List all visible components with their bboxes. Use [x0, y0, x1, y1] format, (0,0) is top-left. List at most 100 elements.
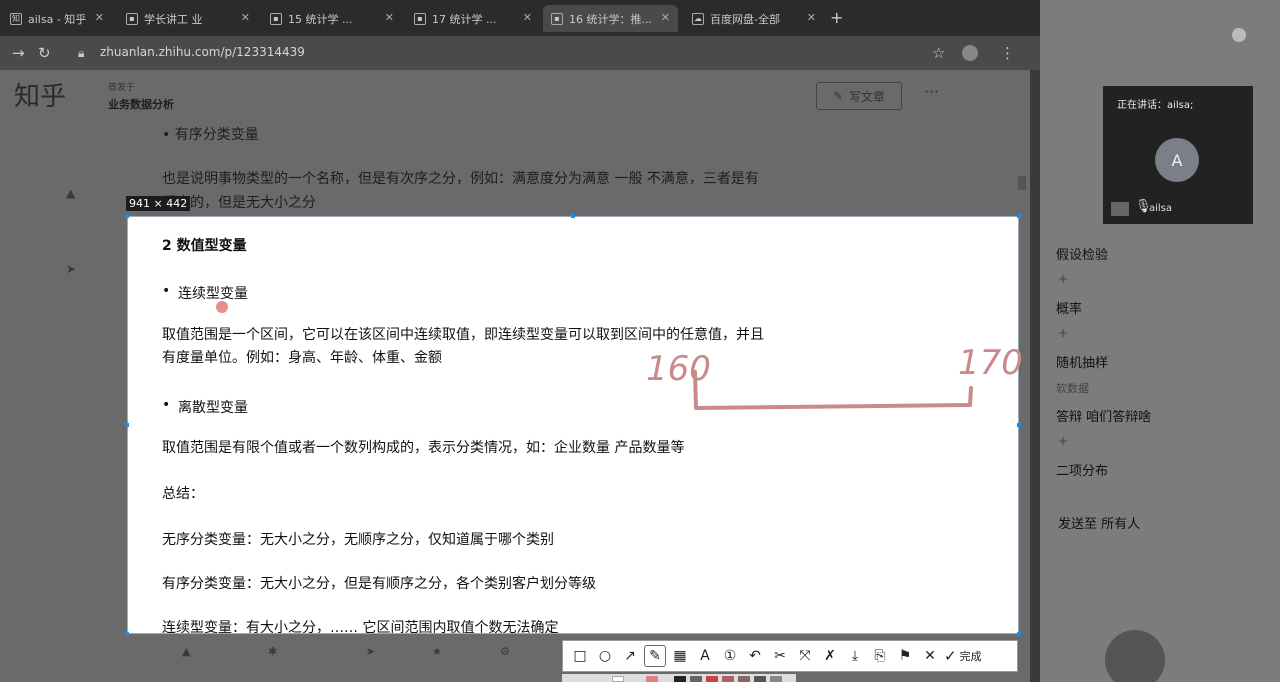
write-article-label: 写文章: [849, 89, 886, 104]
close-icon[interactable]: [1232, 28, 1246, 42]
faint-label: 软数据: [1056, 382, 1089, 395]
meeting-control[interactable]: [1105, 630, 1165, 682]
resize-handle[interactable]: [1017, 632, 1021, 636]
tab-active[interactable]: ▪ 16 统计学：推... ✕: [543, 5, 678, 32]
zhihu-logo[interactable]: 知乎: [14, 76, 66, 113]
mosaic-tool-icon[interactable]: ▦: [669, 645, 691, 667]
plus-icon: +: [1058, 434, 1069, 448]
tab-2[interactable]: ▪ 学长讲工 业 ✕: [118, 5, 258, 32]
annotation-right-number: 170: [958, 343, 1023, 383]
arrow-tool-icon[interactable]: ↗: [619, 645, 641, 667]
close-icon[interactable]: ✕: [807, 11, 816, 24]
like-icon[interactable]: ▲: [182, 645, 190, 658]
column-small-label: 首发于: [108, 83, 136, 93]
back-icon[interactable]: →: [12, 44, 25, 62]
color-swatch[interactable]: [722, 676, 734, 682]
upvote-icon[interactable]: ▲: [66, 186, 75, 200]
menu-icon[interactable]: ⋮: [1000, 44, 1015, 62]
topic-item: 假设检验: [1056, 248, 1109, 263]
share-icon[interactable]: ➤: [66, 262, 76, 276]
screenshot-toolbar: □ ○ ↗ ✎ ▦ A ① ↶ ✂ ⤧ ✗ ⤓ ⎘ ⚑ ✕ ✓ 完成: [562, 640, 1018, 672]
color-swatch[interactable]: [754, 676, 766, 682]
resize-handle[interactable]: [571, 214, 575, 218]
bullet-continuous: 连续型变量: [162, 283, 248, 303]
color-swatch[interactable]: [612, 676, 624, 682]
url-field[interactable]: zhuanlan.zhihu.com/p/123314439: [100, 45, 305, 59]
scissors-icon[interactable]: ✂: [769, 645, 791, 667]
tab-3[interactable]: ▪ 15 统计学 ... ✕: [262, 5, 402, 32]
color-swatch[interactable]: [690, 676, 702, 682]
topic-item: 概率: [1056, 302, 1083, 317]
article-line: 也是说明事物类型的一个名称，但是有次序之分，例如：满意度分为满意 一般 不满意，…: [162, 171, 759, 187]
settings-icon[interactable]: ⚙: [500, 645, 510, 658]
number-tool-icon[interactable]: ①: [719, 645, 741, 667]
topic-item: 答辩 咱们答辩啥: [1056, 410, 1152, 425]
rectangle-tool-icon[interactable]: □: [569, 645, 591, 667]
pin-icon[interactable]: ✗: [819, 645, 841, 667]
edit-icon: ✎: [832, 89, 844, 103]
more-icon[interactable]: ···: [924, 82, 939, 101]
expand-icon[interactable]: ⤧: [794, 645, 816, 667]
doc-icon: ▪: [551, 12, 563, 25]
close-icon[interactable]: ✕: [523, 11, 532, 24]
color-swatch[interactable]: [770, 676, 782, 682]
cloud-icon: ☁: [692, 12, 704, 25]
bullet-discrete: 离散型变量: [162, 397, 248, 417]
done-button[interactable]: ✓ 完成: [944, 647, 982, 665]
resize-handle[interactable]: [1017, 214, 1021, 218]
resize-handle[interactable]: [1017, 423, 1021, 427]
close-icon[interactable]: ✕: [385, 11, 394, 24]
bullet-label: 连续型变量: [178, 286, 248, 302]
resize-handle[interactable]: [125, 214, 129, 218]
close-icon[interactable]: ✕: [241, 11, 250, 24]
tab-baidu-pan[interactable]: ☁ 百度网盘-全部 ✕: [684, 5, 824, 32]
capture-size-label: 941 × 442: [126, 196, 191, 211]
annotation-bracket-line: [693, 370, 973, 410]
comment-icon[interactable]: ✱: [268, 645, 277, 658]
new-tab-icon[interactable]: +: [830, 8, 843, 27]
summary-line: 有序分类变量：无大小之分，但是有顺序之分，各个类别客户划分等级: [162, 576, 596, 592]
tab-label: 百度网盘-全部: [710, 12, 780, 26]
ellipse-tool-icon[interactable]: ○: [594, 645, 616, 667]
text-tool-icon[interactable]: A: [694, 645, 716, 667]
share-icon[interactable]: ➤: [366, 645, 375, 658]
pen-tool-icon[interactable]: ✎: [644, 645, 666, 667]
write-article-button[interactable]: ✎ 写文章: [816, 82, 902, 110]
column-title[interactable]: 业务数据分析: [108, 96, 174, 112]
zhihu-icon: 知: [10, 12, 22, 25]
copy-icon[interactable]: ⎘: [869, 645, 891, 667]
star-icon[interactable]: ☆: [932, 44, 945, 62]
profile-icon[interactable]: [962, 45, 978, 61]
undo-icon[interactable]: ↶: [744, 645, 766, 667]
doc-icon: ▪: [126, 12, 138, 25]
tab-label: 15 统计学 ...: [288, 12, 353, 26]
cursor-icon: [216, 301, 228, 313]
reload-icon[interactable]: ↻: [38, 44, 51, 62]
color-swatch[interactable]: [738, 676, 750, 682]
close-icon[interactable]: ✕: [919, 645, 941, 667]
bookmark-icon[interactable]: ⚑: [894, 645, 916, 667]
section-heading: 2 数值型变量: [162, 238, 247, 254]
tab-4[interactable]: ▪ 17 统计学 ... ✕: [406, 5, 540, 32]
video-window: 正在讲话：ailsa; A 🎙︎ ailsa: [1103, 86, 1253, 224]
capture-region[interactable]: 2 数值型变量 连续型变量 取值范围是一个区间，它可以在该区间中连续取值，即连续…: [127, 216, 1019, 634]
color-swatch[interactable]: [674, 676, 686, 682]
summary-heading: 总结：: [162, 486, 204, 502]
color-swatch[interactable]: [646, 676, 658, 682]
tab-label: 16 统计学：推...: [569, 12, 652, 26]
close-icon[interactable]: ✕: [95, 11, 104, 24]
scrollbar[interactable]: [1018, 176, 1026, 190]
download-icon[interactable]: ⤓: [844, 645, 866, 667]
tab-label: 17 统计学 ...: [432, 12, 497, 26]
tab-zhihu[interactable]: 知 ailsa - 知乎 ✕: [2, 5, 112, 32]
camera-icon[interactable]: [1111, 202, 1129, 216]
close-icon[interactable]: ✕: [661, 11, 670, 24]
bullet-label: 离散型变量: [178, 400, 248, 416]
favorite-icon[interactable]: ★: [432, 645, 442, 658]
color-swatch[interactable]: [706, 676, 718, 682]
lock-icon[interactable]: 🔒︎: [78, 46, 84, 61]
send-to-label[interactable]: 发送至 所有人: [1058, 513, 1140, 532]
resize-handle[interactable]: [125, 632, 129, 636]
address-bar: → ↻ 🔒︎ zhuanlan.zhihu.com/p/123314439 ☆ …: [0, 36, 1040, 70]
resize-handle[interactable]: [125, 423, 129, 427]
